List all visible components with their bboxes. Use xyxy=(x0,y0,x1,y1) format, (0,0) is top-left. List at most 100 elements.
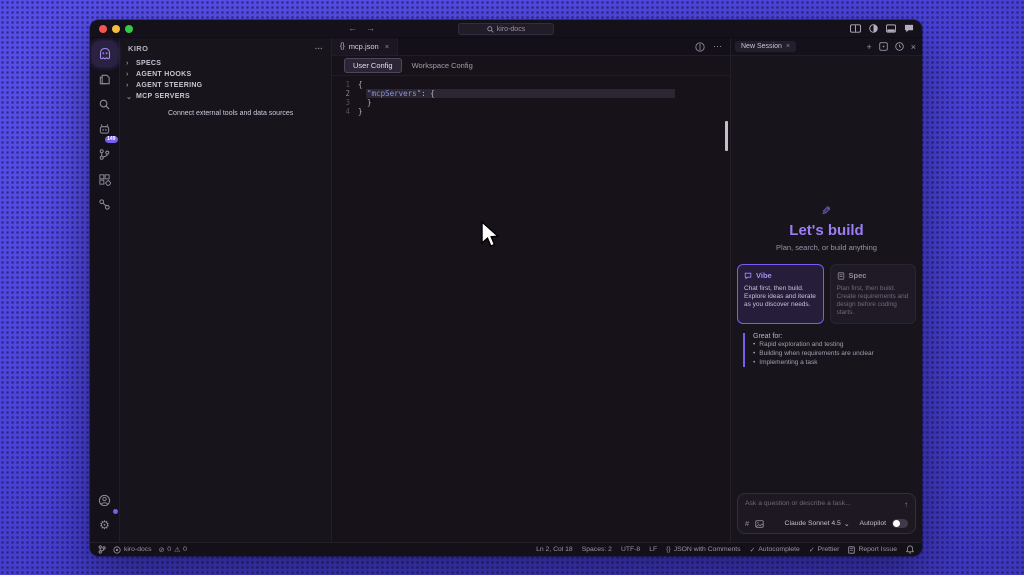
source-control-icon[interactable] xyxy=(93,142,117,166)
great-for-item: Rapid exploration and testing xyxy=(753,340,912,349)
close-panel-icon[interactable]: × xyxy=(911,42,916,52)
great-for-label: Great for: xyxy=(753,333,783,340)
branch-icon[interactable] xyxy=(98,545,106,554)
settings-gear-icon[interactable]: ⚙ xyxy=(93,513,117,537)
chat-panel-tab-bar: New Session × + × xyxy=(731,38,922,56)
code-editor[interactable]: 1{ 2 "mcpServers": { 3 } 4} xyxy=(332,76,730,542)
code-line: 3 } xyxy=(345,98,372,107)
eol[interactable]: LF xyxy=(649,546,657,553)
lets-build-title: Let's build xyxy=(789,222,864,239)
model-selector[interactable]: Claude Sonnet 4.5 ⌄ xyxy=(785,520,850,528)
braces-icon: {} xyxy=(666,546,671,553)
sidebar-section-specs[interactable]: › SPECS xyxy=(120,58,331,69)
tab-user-config[interactable]: User Config xyxy=(344,58,402,73)
editor-group: {} mcp.json × ⋯ User Config Workspace Co… xyxy=(332,38,731,542)
code-line-active: 2 "mcpServers": { xyxy=(332,89,730,98)
json-file-icon: {} xyxy=(340,43,345,50)
language-mode[interactable]: {} JSON with Comments xyxy=(666,546,740,553)
indentation[interactable]: Spaces: 2 xyxy=(582,546,612,553)
extensions-icon[interactable] xyxy=(93,167,117,191)
new-session-icon[interactable]: + xyxy=(866,42,871,52)
prettier-status[interactable]: ✓ Prettier xyxy=(809,546,840,554)
great-for-item: Building when requirements are unclear xyxy=(753,349,912,358)
toggle-sidebar-icon[interactable] xyxy=(869,24,878,33)
sidebar-more-icon[interactable]: ⋯ xyxy=(315,44,323,53)
minimize-window-button[interactable] xyxy=(112,25,120,33)
autopilot-label: Autopilot xyxy=(859,520,886,527)
spec-mode-card[interactable]: Spec Plan first, then build. Create requ… xyxy=(829,264,916,324)
cursor-position[interactable]: Ln 2, Col 18 xyxy=(536,546,573,553)
open-in-editor-icon[interactable] xyxy=(879,42,888,51)
search-panel-icon[interactable] xyxy=(93,92,117,116)
chat-icon[interactable] xyxy=(904,24,914,33)
error-icon: ⊘ xyxy=(158,546,165,554)
close-tab-icon[interactable]: × xyxy=(385,42,389,51)
editor-tab-bar: {} mcp.json × ⋯ xyxy=(332,38,730,56)
editor-scrollbar[interactable] xyxy=(725,121,728,151)
activity-bar: 149 ⚙ xyxy=(90,38,120,542)
autopilot-toggle[interactable] xyxy=(892,519,908,528)
account-icon[interactable] xyxy=(93,488,118,514)
autocomplete-status[interactable]: ✓ Autocomplete xyxy=(750,546,800,554)
sidebar-section-agent-steering[interactable]: › AGENT STEERING xyxy=(120,80,331,91)
workspace-status[interactable]: kiro-docs xyxy=(113,545,152,554)
toggle-panel-icon[interactable] xyxy=(886,24,896,33)
history-icon[interactable] xyxy=(895,42,904,51)
context-hash-icon[interactable]: # xyxy=(745,519,749,528)
nav-forward-button[interactable]: → xyxy=(366,23,375,33)
chat-input-box: ↑ # Claude Sonnet 4.5 ⌄ Autopilot xyxy=(737,493,916,534)
split-editor-icon[interactable] xyxy=(695,41,705,52)
chevron-down-icon: ⌄ xyxy=(843,520,850,528)
search-icon xyxy=(487,25,494,33)
code-line: 1{ xyxy=(345,80,363,89)
chat-panel-body: ✎ Let's build Plan, search, or build any… xyxy=(731,56,922,542)
chevron-down-icon: ⌄ xyxy=(126,93,133,101)
editor-more-icon[interactable]: ⋯ xyxy=(713,41,722,52)
report-issue[interactable]: Report Issue xyxy=(848,545,897,554)
close-session-icon[interactable]: × xyxy=(786,43,790,50)
toggle-knob xyxy=(893,520,900,527)
nav-back-button[interactable]: ← xyxy=(348,23,357,33)
command-center-search[interactable]: kiro-docs xyxy=(458,23,554,35)
kiro-agent-icon[interactable] xyxy=(92,42,117,66)
kiro-sidebar: KIRO ⋯ › SPECS › AGENT HOOKS › AGENT STE… xyxy=(120,38,332,542)
zoom-window-button[interactable] xyxy=(125,25,133,33)
tab-new-session[interactable]: New Session × xyxy=(735,41,796,52)
sidebar-section-mcp-servers[interactable]: ⌄ MCP SERVERS xyxy=(120,91,331,102)
keyboard-layout-icon[interactable] xyxy=(850,24,861,33)
lets-build-subtitle: Plan, search, or build anything xyxy=(776,243,877,252)
code-line: 4} xyxy=(345,107,363,116)
check-icon: ✓ xyxy=(749,546,756,554)
remote-window-icon xyxy=(113,545,121,554)
problems-status[interactable]: ⊘ 0 ⚠ 0 xyxy=(159,546,187,554)
chevron-right-icon: › xyxy=(126,60,129,67)
spec-card-description: Plan first, then build. Create requireme… xyxy=(836,285,909,316)
send-icon[interactable]: ↑ xyxy=(904,500,908,509)
vibe-mode-card[interactable]: Vibe Chat first, then build. Explore ide… xyxy=(737,264,824,324)
chat-input[interactable] xyxy=(745,500,904,507)
remote-explorer-icon[interactable] xyxy=(93,192,117,216)
attach-image-icon[interactable] xyxy=(755,519,764,528)
chat-panel: New Session × + × ✎ Let's build Plan, se… xyxy=(731,38,922,542)
config-tabs: User Config Workspace Config xyxy=(332,56,730,76)
chevron-right-icon: › xyxy=(126,82,129,89)
vibe-card-description: Chat first, then build. Explore ideas an… xyxy=(744,285,816,308)
close-window-button[interactable] xyxy=(99,25,107,33)
explorer-icon[interactable] xyxy=(93,67,117,91)
tab-workspace-config[interactable]: Workspace Config xyxy=(412,61,473,70)
mcp-empty-state-text: Connect external tools and data sources xyxy=(168,110,294,117)
sidebar-section-agent-hooks[interactable]: › AGENT HOOKS xyxy=(120,69,331,80)
report-document-icon xyxy=(848,545,856,554)
great-for-item: Implementing a task xyxy=(753,358,912,367)
chevron-right-icon: › xyxy=(126,71,129,78)
agent-status-icon[interactable]: 149 xyxy=(93,117,118,143)
great-for-block: Great for: Rapid exploration and testing… xyxy=(743,333,912,367)
document-icon xyxy=(837,271,844,280)
warning-icon: ⚠ xyxy=(174,546,181,554)
encoding[interactable]: UTF-8 xyxy=(621,546,640,553)
pencil-icon: ✎ xyxy=(821,204,832,218)
title-bar: ← → kiro-docs xyxy=(90,20,922,38)
bell-icon[interactable] xyxy=(906,545,914,554)
check-icon: ✓ xyxy=(808,546,815,554)
tab-mcp-json[interactable]: {} mcp.json × xyxy=(332,38,399,55)
